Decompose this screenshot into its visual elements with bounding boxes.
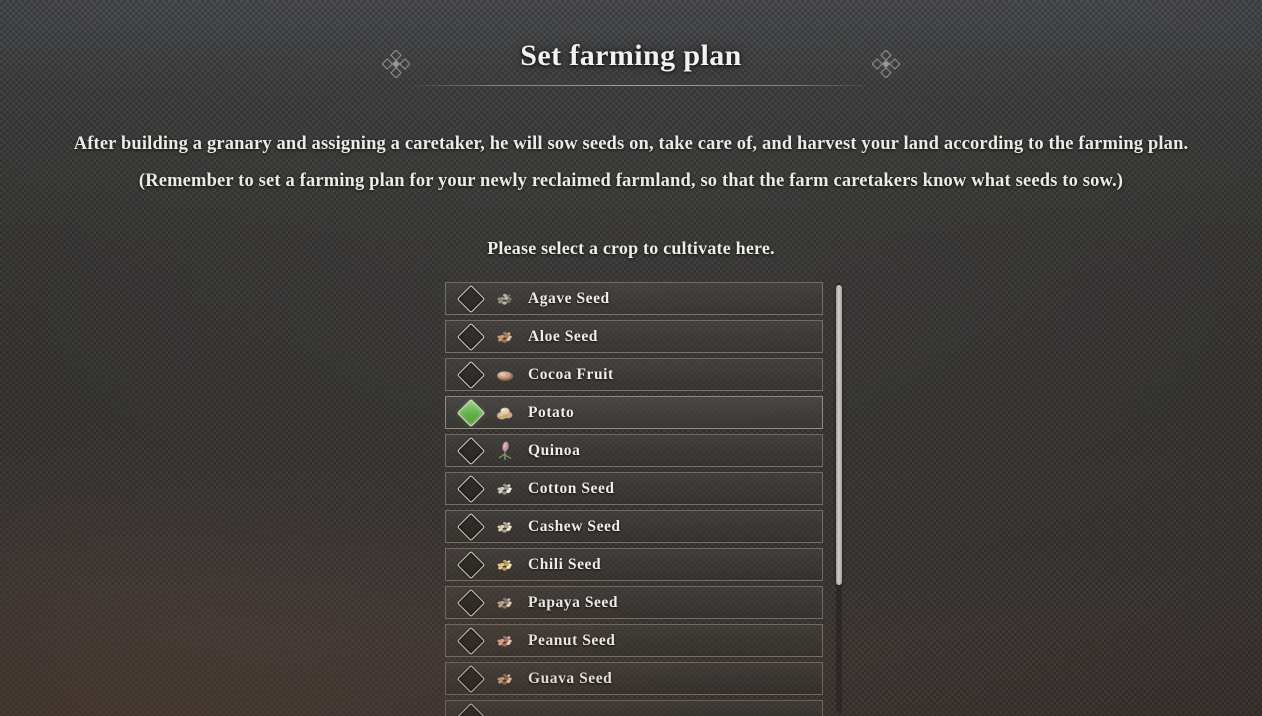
selection-prompt: Please select a crop to cultivate here.	[487, 238, 775, 258]
crop-list-item-label: Aloe Seed	[528, 327, 598, 345]
diamond-radio-icon[interactable]	[456, 436, 486, 465]
peanut-seed-icon	[494, 630, 516, 652]
quatrefoil-ornament-icon-left	[382, 50, 410, 78]
crop-list-item[interactable]: Aloe Seed	[445, 320, 823, 353]
item-icon	[494, 706, 516, 716]
crop-list-item[interactable]: Cocoa Fruit	[445, 358, 823, 391]
farming-plan-dialog: Set farming plan After building a granar…	[0, 0, 1262, 716]
crop-list-item-label: Peanut Seed	[528, 631, 616, 649]
chili-seed-icon	[494, 554, 516, 576]
diamond-radio-icon[interactable]	[456, 588, 486, 617]
crop-list-item[interactable]: Quinoa	[445, 434, 823, 467]
quatrefoil-ornament-icon-right	[872, 50, 900, 78]
aloe-seed-icon	[494, 326, 516, 348]
agave-seed-icon	[494, 288, 516, 310]
crop-list-item[interactable]: Agave Seed	[445, 282, 823, 315]
crop-list-item[interactable]	[445, 700, 823, 716]
diamond-radio-icon[interactable]	[456, 626, 486, 655]
crop-list-item[interactable]: Cotton Seed	[445, 472, 823, 505]
crop-list-item[interactable]: Potato	[445, 396, 823, 429]
papaya-seed-icon	[494, 592, 516, 614]
cashew-seed-icon	[494, 516, 516, 538]
crop-list-item[interactable]: Cashew Seed	[445, 510, 823, 543]
description-line-2: (Remember to set a farming plan for your…	[138, 171, 1124, 191]
crop-list-item[interactable]: Papaya Seed	[445, 586, 823, 619]
crop-list[interactable]: Agave Seed Aloe Seed Cocoa Fruit Potato Quin…	[445, 282, 823, 716]
crop-list-item-label: Potato	[528, 403, 575, 421]
dialog-header: Set farming plan	[0, 33, 1262, 79]
diamond-radio-icon[interactable]	[456, 322, 486, 351]
crop-list-item-label: Cashew Seed	[528, 517, 621, 535]
crop-list-item[interactable]: Guava Seed	[445, 662, 823, 695]
diamond-radio-icon[interactable]	[456, 512, 486, 541]
guava-seed-icon	[494, 668, 516, 690]
crop-list-scrollbar-thumb[interactable]	[836, 285, 842, 585]
crop-list-item[interactable]: Chili Seed	[445, 548, 823, 581]
diamond-radio-icon[interactable]	[456, 550, 486, 579]
diamond-radio-icon[interactable]	[456, 664, 486, 693]
cotton-seed-icon	[494, 478, 516, 500]
crop-list-item-label: Cotton Seed	[528, 479, 615, 497]
crop-list-item-label: Guava Seed	[528, 669, 613, 687]
crop-list-item-label: Quinoa	[528, 441, 581, 459]
diamond-radio-icon[interactable]	[456, 284, 486, 313]
crop-list-item[interactable]: Peanut Seed	[445, 624, 823, 657]
diamond-radio-icon[interactable]	[456, 474, 486, 503]
title-divider	[405, 85, 875, 86]
cocoa-fruit-icon	[494, 364, 516, 386]
potato-icon	[494, 402, 516, 424]
quinoa-icon	[494, 440, 516, 462]
crop-list-item-label: Agave Seed	[528, 289, 610, 307]
crop-list-item-label: Cocoa Fruit	[528, 365, 614, 383]
diamond-radio-icon[interactable]	[456, 360, 486, 389]
crop-list-item-label: Papaya Seed	[528, 593, 619, 611]
crop-list-item-label: Chili Seed	[528, 555, 602, 573]
page-title: Set farming plan	[520, 39, 742, 72]
diamond-radio-icon[interactable]	[456, 702, 486, 716]
diamond-radio-selected-icon[interactable]	[456, 398, 486, 427]
description-line-1: After building a granary and assigning a…	[73, 134, 1189, 154]
